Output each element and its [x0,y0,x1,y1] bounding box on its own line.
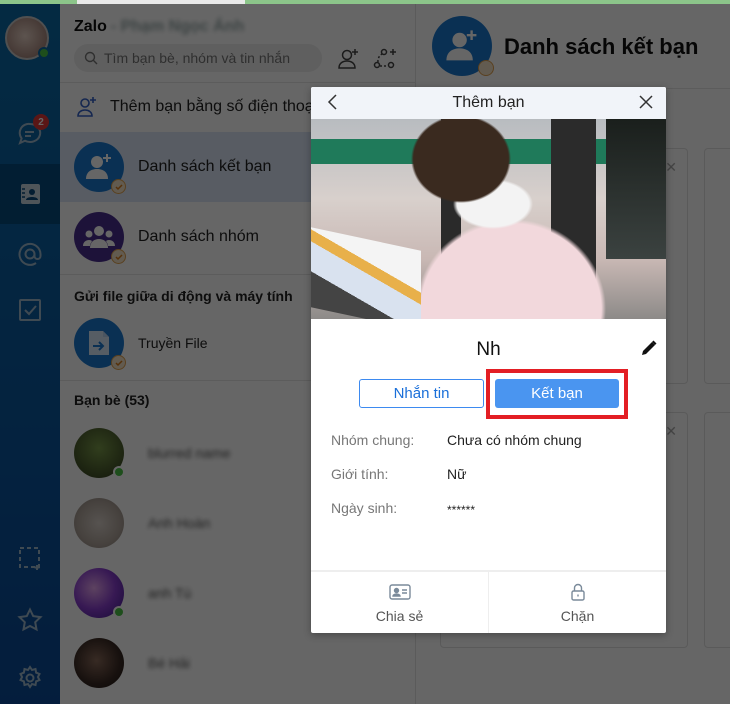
add-friend-button[interactable]: Kết bạn [495,379,619,408]
cover-photo-detail [311,227,421,319]
share-button[interactable]: Chia sẻ [311,572,488,633]
info-label: Ngày sinh: [331,500,398,516]
info-label: Giới tính: [331,466,389,482]
cover-photo-detail [606,119,666,259]
block-label: Chặn [560,607,595,624]
info-row-birthday: Ngày sinh: ****** [331,500,651,517]
zalo-app: 2 Zalo- Phạm Ngọc Ánh Tìm bạn bè, nhóm v… [0,0,730,704]
message-button[interactable]: Nhắn tin [359,379,484,408]
info-row-mutual-groups: Nhóm chung: Chưa có nhóm chung [331,432,651,448]
info-row-gender: Giới tính: Nữ [331,466,651,482]
profile-name: Nh [476,339,501,360]
edit-pencil-icon[interactable] [640,339,658,357]
back-icon[interactable] [325,93,341,111]
info-label: Nhóm chung: [331,432,415,448]
dialog-title: Thêm bạn [452,94,525,111]
dialog-footer: Chia sẻ Chặn [311,570,666,633]
info-value: Nữ [447,466,467,482]
lock-icon [570,583,585,601]
share-label: Chia sẻ [375,607,424,624]
contact-card-icon [388,583,411,600]
info-value: ****** [447,503,476,517]
dialog-header: Thêm bạn [311,87,666,119]
add-friend-dialog: Thêm bạn Nh Nhắn tin Kết bạn Nhóm chung:… [311,87,666,633]
info-value: Chưa có nhóm chung [447,432,582,448]
profile-cover-photo [311,119,666,319]
block-button[interactable]: Chặn [488,572,666,633]
close-icon[interactable] [638,94,654,110]
